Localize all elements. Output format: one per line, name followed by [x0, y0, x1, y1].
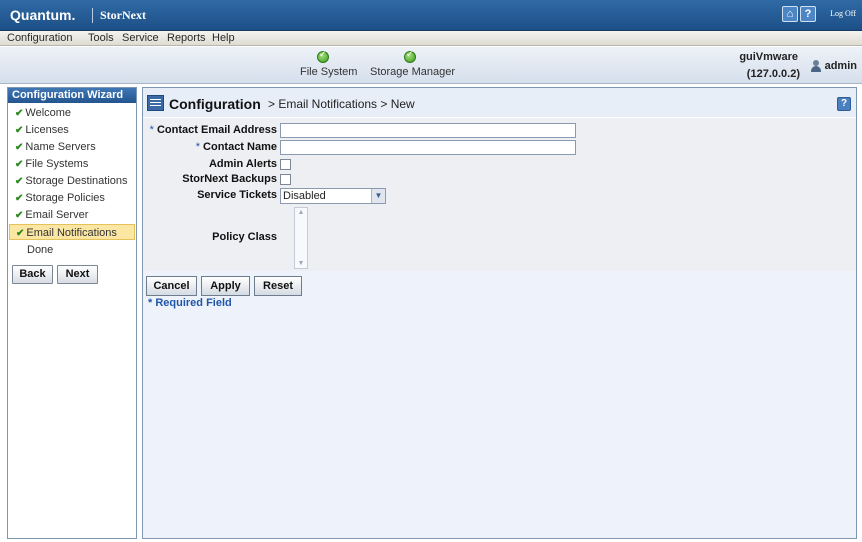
- logoff-link[interactable]: Log Off: [830, 9, 856, 18]
- menu-service[interactable]: Service: [122, 32, 159, 44]
- sidebar-title: Configuration Wizard: [8, 88, 136, 103]
- sidebar-item-label: Storage Policies: [25, 192, 105, 204]
- menu-reports[interactable]: Reports: [167, 32, 206, 44]
- sidebar-item-label: Licenses: [25, 124, 69, 136]
- chevron-down-icon[interactable]: ▼: [371, 189, 385, 203]
- home-icon[interactable]: ⌂: [782, 6, 798, 22]
- server-name: guiVmware: [739, 51, 798, 63]
- contact-email-field[interactable]: [280, 123, 576, 138]
- sidebar-item-email-notifications[interactable]: ✔ Email Notifications: [9, 224, 135, 240]
- menu-help[interactable]: Help: [212, 32, 235, 44]
- stornext-backups-label: StorNext Backups: [182, 173, 277, 185]
- check-icon: ✔: [15, 142, 24, 153]
- contact-name-field[interactable]: [280, 140, 576, 155]
- storage-manager-status[interactable]: Storage Manager: [370, 66, 455, 78]
- status-bar: File System Storage Manager guiVmware (1…: [0, 47, 862, 84]
- admin-alerts-checkbox[interactable]: [280, 159, 291, 170]
- sidebar-item-label: Name Servers: [25, 141, 96, 153]
- configuration-wizard-sidebar: Configuration Wizard ✔ Welcome ✔ Licenses …: [7, 87, 137, 539]
- product-name: StorNext: [100, 8, 146, 22]
- sidebar-item-done[interactable]: Done: [9, 242, 135, 258]
- check-icon: ✔: [15, 210, 24, 221]
- page-help-icon[interactable]: ?: [837, 97, 851, 111]
- sidebar-item-label: Storage Destinations: [25, 175, 128, 187]
- page-title: Configuration: [169, 96, 261, 112]
- apply-button[interactable]: Apply: [201, 276, 250, 296]
- breadcrumb: > Email Notifications > New: [268, 97, 415, 111]
- check-icon: ✔: [15, 108, 24, 119]
- policy-class-label: Policy Class: [212, 231, 277, 243]
- server-ip: (127.0.0.2): [746, 68, 800, 80]
- sidebar-item-label: Email Notifications: [26, 227, 117, 239]
- menu-tools[interactable]: Tools: [88, 32, 114, 44]
- title-bar: Quantum. StorNext ⌂ ? Log Off: [0, 0, 862, 31]
- cancel-button[interactable]: Cancel: [146, 276, 197, 296]
- brand-logo: Quantum.: [10, 7, 76, 23]
- check-icon: ✔: [16, 228, 25, 239]
- menu-configuration[interactable]: Configuration: [7, 32, 72, 44]
- sidebar-item-label: File Systems: [25, 158, 89, 170]
- sidebar-item-label: Email Server: [25, 209, 89, 221]
- user-icon: [810, 60, 822, 72]
- required-field-note: * Required Field: [148, 297, 232, 309]
- reset-button[interactable]: Reset: [254, 276, 302, 296]
- required-marker: *: [195, 141, 200, 153]
- check-icon: ✔: [15, 125, 24, 136]
- brand-divider: [92, 8, 93, 23]
- sidebar-item-label: Done: [27, 244, 54, 256]
- contact-name-label: * Contact Name: [195, 141, 277, 153]
- policy-class-list[interactable]: ▲ ▼: [294, 207, 308, 269]
- menu-bar: Configuration Tools Service Reports Help: [0, 31, 862, 46]
- stornext-backups-checkbox[interactable]: [280, 174, 291, 185]
- scroll-down-icon[interactable]: ▼: [296, 260, 306, 267]
- admin-alerts-label: Admin Alerts: [208, 158, 277, 170]
- sidebar-item-email-server[interactable]: ✔ Email Server: [9, 207, 135, 223]
- email-notification-form: * Contact Email Address * Contact Name A…: [143, 119, 856, 271]
- sidebar-item-storage-policies[interactable]: ✔ Storage Policies: [9, 190, 135, 206]
- configuration-icon: [147, 95, 164, 111]
- sidebar-item-licenses[interactable]: ✔ Licenses: [9, 122, 135, 138]
- main-panel: Configuration > Email Notifications > Ne…: [142, 87, 857, 539]
- contact-email-label: * Contact Email Address: [149, 124, 277, 136]
- check-icon: ✔: [15, 193, 24, 204]
- required-marker: *: [149, 124, 154, 136]
- sidebar-item-welcome[interactable]: ✔ Welcome: [9, 105, 135, 121]
- service-tickets-select[interactable]: Disabled ▼: [280, 188, 386, 204]
- sidebar-item-file-systems[interactable]: ✔ File Systems: [9, 156, 135, 172]
- sidebar-item-name-servers[interactable]: ✔ Name Servers: [9, 139, 135, 155]
- next-button[interactable]: Next: [57, 265, 98, 284]
- sidebar-item-storage-destinations[interactable]: ✔ Storage Destinations: [9, 173, 135, 189]
- file-system-status[interactable]: File System: [300, 66, 357, 78]
- service-tickets-label: Service Tickets: [197, 189, 277, 201]
- sidebar-item-label: Welcome: [25, 107, 72, 119]
- scroll-up-icon[interactable]: ▲: [296, 209, 306, 216]
- help-icon[interactable]: ?: [800, 6, 816, 22]
- check-icon: ✔: [15, 159, 24, 170]
- page-header: Configuration > Email Notifications > Ne…: [143, 88, 856, 118]
- user-name[interactable]: admin: [825, 60, 857, 72]
- back-button[interactable]: Back: [12, 265, 53, 284]
- file-system-status-icon: [317, 49, 329, 63]
- storage-manager-status-icon: [404, 49, 416, 63]
- check-icon: ✔: [15, 176, 24, 187]
